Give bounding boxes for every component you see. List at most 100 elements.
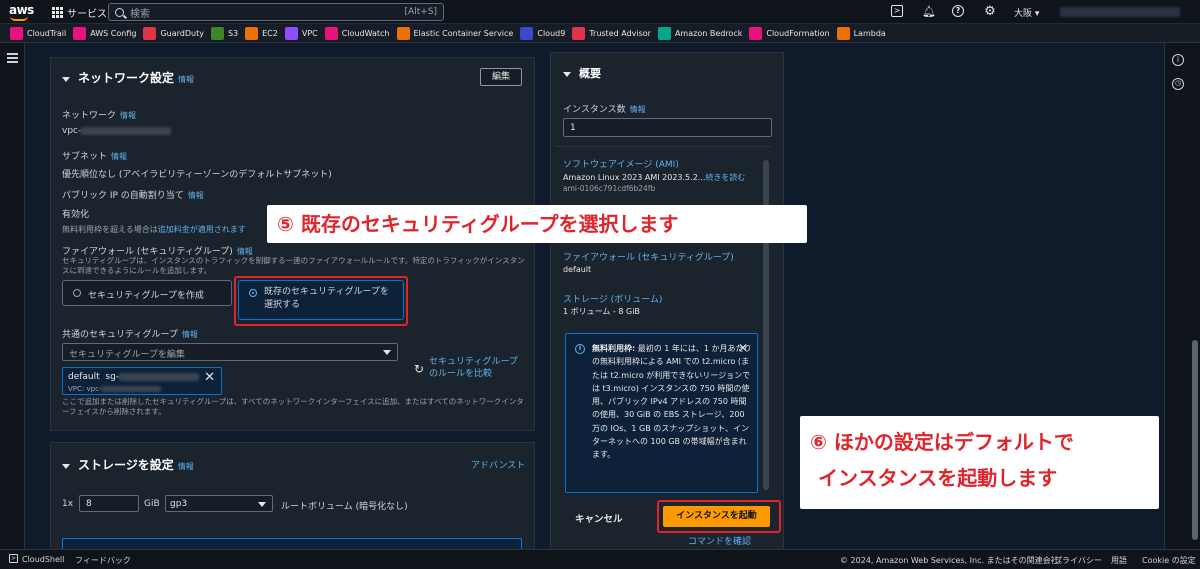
security-group-select[interactable]: セキュリティグループを編集 <box>62 343 398 361</box>
favorite-label: Lambda <box>853 28 886 38</box>
favorites-bar: CloudTrail AWS Config GuardDuty S3 EC2 VPC Clo… <box>0 24 1200 43</box>
favorite-label: Trusted Advisor <box>589 28 651 38</box>
summary-header[interactable]: 概要 <box>563 65 601 81</box>
ami-id: ami-0106c791cdf6b24fb <box>563 184 656 193</box>
security-group-select-placeholder: セキュリティグループを編集 <box>69 350 185 360</box>
service-icon <box>284 26 298 40</box>
instance-count-value: 1 <box>570 123 576 133</box>
cancel-button[interactable]: キャンセル <box>575 511 623 525</box>
subnet-info-link[interactable]: 情報 <box>111 152 127 161</box>
public-ip-label-row: パブリック IP の自動割り当て 情報 <box>62 188 204 201</box>
volume-count-prefix: 1x <box>62 499 74 509</box>
vpc-value: vpc- <box>62 126 172 136</box>
security-group-token: default sg- VPC: vpc- ✕ <box>62 367 222 395</box>
additional-charges-link[interactable]: 追加料金が適用されます <box>158 225 246 234</box>
favorite-cloud9[interactable]: Cloud9 <box>520 26 565 40</box>
storage-info-link[interactable]: 情報 <box>178 462 194 471</box>
info-panel-icon[interactable]: i <box>1172 54 1184 66</box>
highlight-box-existing-sg <box>234 276 408 326</box>
aws-logo[interactable]: aws <box>9 3 34 21</box>
remove-token-icon[interactable]: ✕ <box>204 370 215 385</box>
favorite-label: CloudFormation <box>766 28 830 38</box>
page-scrollbar-thumb[interactable] <box>1192 340 1198 540</box>
summary-title: 概要 <box>579 67 601 80</box>
favorite-cloudtrail[interactable]: CloudTrail <box>10 26 67 40</box>
favorite-aws-config[interactable]: AWS Config <box>73 26 136 40</box>
favorite-cloudformation[interactable]: CloudFormation <box>749 26 830 40</box>
network-settings-header[interactable]: ネットワーク設定 情報 <box>62 69 194 86</box>
left-sidebar <box>0 43 25 549</box>
favorite-label: Amazon Bedrock <box>674 28 743 38</box>
privacy-link[interactable]: プライバシー <box>1054 555 1102 566</box>
network-info-link[interactable]: 情報 <box>178 75 194 84</box>
firewall-info-link[interactable]: 情報 <box>237 247 253 256</box>
common-sg-info-link[interactable]: 情報 <box>182 330 198 339</box>
account-menu[interactable] <box>1060 7 1180 17</box>
favorite-ec2[interactable]: EC2 <box>245 26 278 40</box>
public-ip-info-link[interactable]: 情報 <box>188 191 204 200</box>
subnet-label-row: サブネット 情報 <box>62 149 127 162</box>
chevron-down-icon <box>258 502 266 507</box>
step6-line2: インスタンスを起動します <box>818 466 1058 490</box>
summary-storage-link[interactable]: ストレージ (ボリューム) <box>563 292 662 305</box>
menu-icon[interactable] <box>7 53 18 65</box>
favorite-vpc[interactable]: VPC <box>284 26 318 40</box>
search-input[interactable]: 検索 [Alt+S] <box>108 3 444 21</box>
favorite-label: S3 <box>227 28 239 38</box>
favorite-trusted-advisor[interactable]: Trusted Advisor <box>572 26 651 40</box>
storage-title: ストレージを設定 <box>78 458 174 472</box>
search-shortcut-hint: [Alt+S] <box>404 7 437 17</box>
favorite-label: CloudTrail <box>27 28 67 38</box>
security-group-token-vpc-row: VPC: vpc- <box>68 385 162 393</box>
software-image-row: Amazon Linux 2023 AMI 2023.5.2...続きを読む <box>563 172 745 183</box>
gear-icon[interactable]: ⚙ <box>983 5 997 19</box>
search-icon <box>115 7 124 17</box>
review-commands-link[interactable]: コマンドを確認 <box>688 534 751 547</box>
summary-firewall-link[interactable]: ファイアウォール (セキュリティグループ) <box>563 250 734 263</box>
favorite-guardduty[interactable]: GuardDuty <box>143 26 204 40</box>
bell-icon[interactable]: 🔔︎ <box>922 5 936 19</box>
subnet-label: サブネット <box>62 152 108 162</box>
service-icon <box>143 26 157 40</box>
favorite-cloudwatch[interactable]: CloudWatch <box>324 26 390 40</box>
services-menu-button[interactable]: サービス <box>52 5 107 20</box>
advanced-link[interactable]: アドバンスト <box>471 458 525 471</box>
search-placeholder: 検索 <box>130 8 150 20</box>
step6-callout: ⑥ ほかの設定はデフォルトで インスタンスを起動します <box>800 416 1159 509</box>
region-selector[interactable]: 大阪 ▾ <box>1014 6 1039 19</box>
feedback-link[interactable]: フィードバック <box>75 555 131 566</box>
favorite-label: GuardDuty <box>160 28 204 38</box>
read-more-link[interactable]: 続きを読む <box>705 173 745 182</box>
cookie-settings-link[interactable]: Cookie の設定 <box>1142 555 1196 566</box>
network-field-info-link[interactable]: 情報 <box>120 111 136 120</box>
edit-button[interactable]: 編集 <box>480 68 522 86</box>
favorite-amazon-bedrock[interactable]: Amazon Bedrock <box>657 26 743 40</box>
refresh-icon[interactable]: ↻ <box>414 363 426 375</box>
cloudshell-icon[interactable]: > <box>891 5 903 17</box>
instance-count-input[interactable]: 1 <box>563 118 772 137</box>
common-sg-label: 共通のセキュリティグループ <box>62 330 178 340</box>
instance-count-label: インスタンス数 <box>563 105 626 115</box>
cloudshell-footer-link[interactable]: CloudShell <box>22 555 64 564</box>
storage-header[interactable]: ストレージを設定 情報 <box>62 456 194 473</box>
radio-create-security-group[interactable]: セキュリティグループを作成 <box>62 280 232 306</box>
cloudshell-footer-icon[interactable]: > <box>9 554 18 563</box>
summary-firewall-value: default <box>563 265 592 274</box>
help-icon[interactable]: ? <box>952 5 964 17</box>
volume-type-select[interactable]: gp3 <box>165 495 273 512</box>
grid-icon <box>52 7 63 18</box>
instance-count-info-link[interactable]: 情報 <box>630 105 646 114</box>
volume-size-input[interactable]: 8 <box>79 495 139 512</box>
favorite-s3[interactable]: S3 <box>210 26 239 40</box>
collapse-triangle-icon <box>62 463 70 469</box>
service-icon <box>836 26 850 40</box>
summary-storage-value: 1 ボリューム - 8 GiB <box>563 307 640 316</box>
compare-security-group-rules-link[interactable]: セキュリティグループのルールを比較 <box>429 356 525 380</box>
favorite-lambda[interactable]: Lambda <box>836 26 886 40</box>
favorite-elastic-container-service[interactable]: Elastic Container Service <box>396 26 513 40</box>
vpc-prefix: vpc- <box>62 126 82 136</box>
clock-icon[interactable]: ◷ <box>1172 78 1184 90</box>
terms-link[interactable]: 用語 <box>1111 555 1127 566</box>
software-image-link[interactable]: ソフトウェアイメージ (AMI) <box>563 157 679 170</box>
security-group-note: ここで追加または削除したセキュリティグループは、すべてのネットワークインターフェ… <box>62 397 524 416</box>
